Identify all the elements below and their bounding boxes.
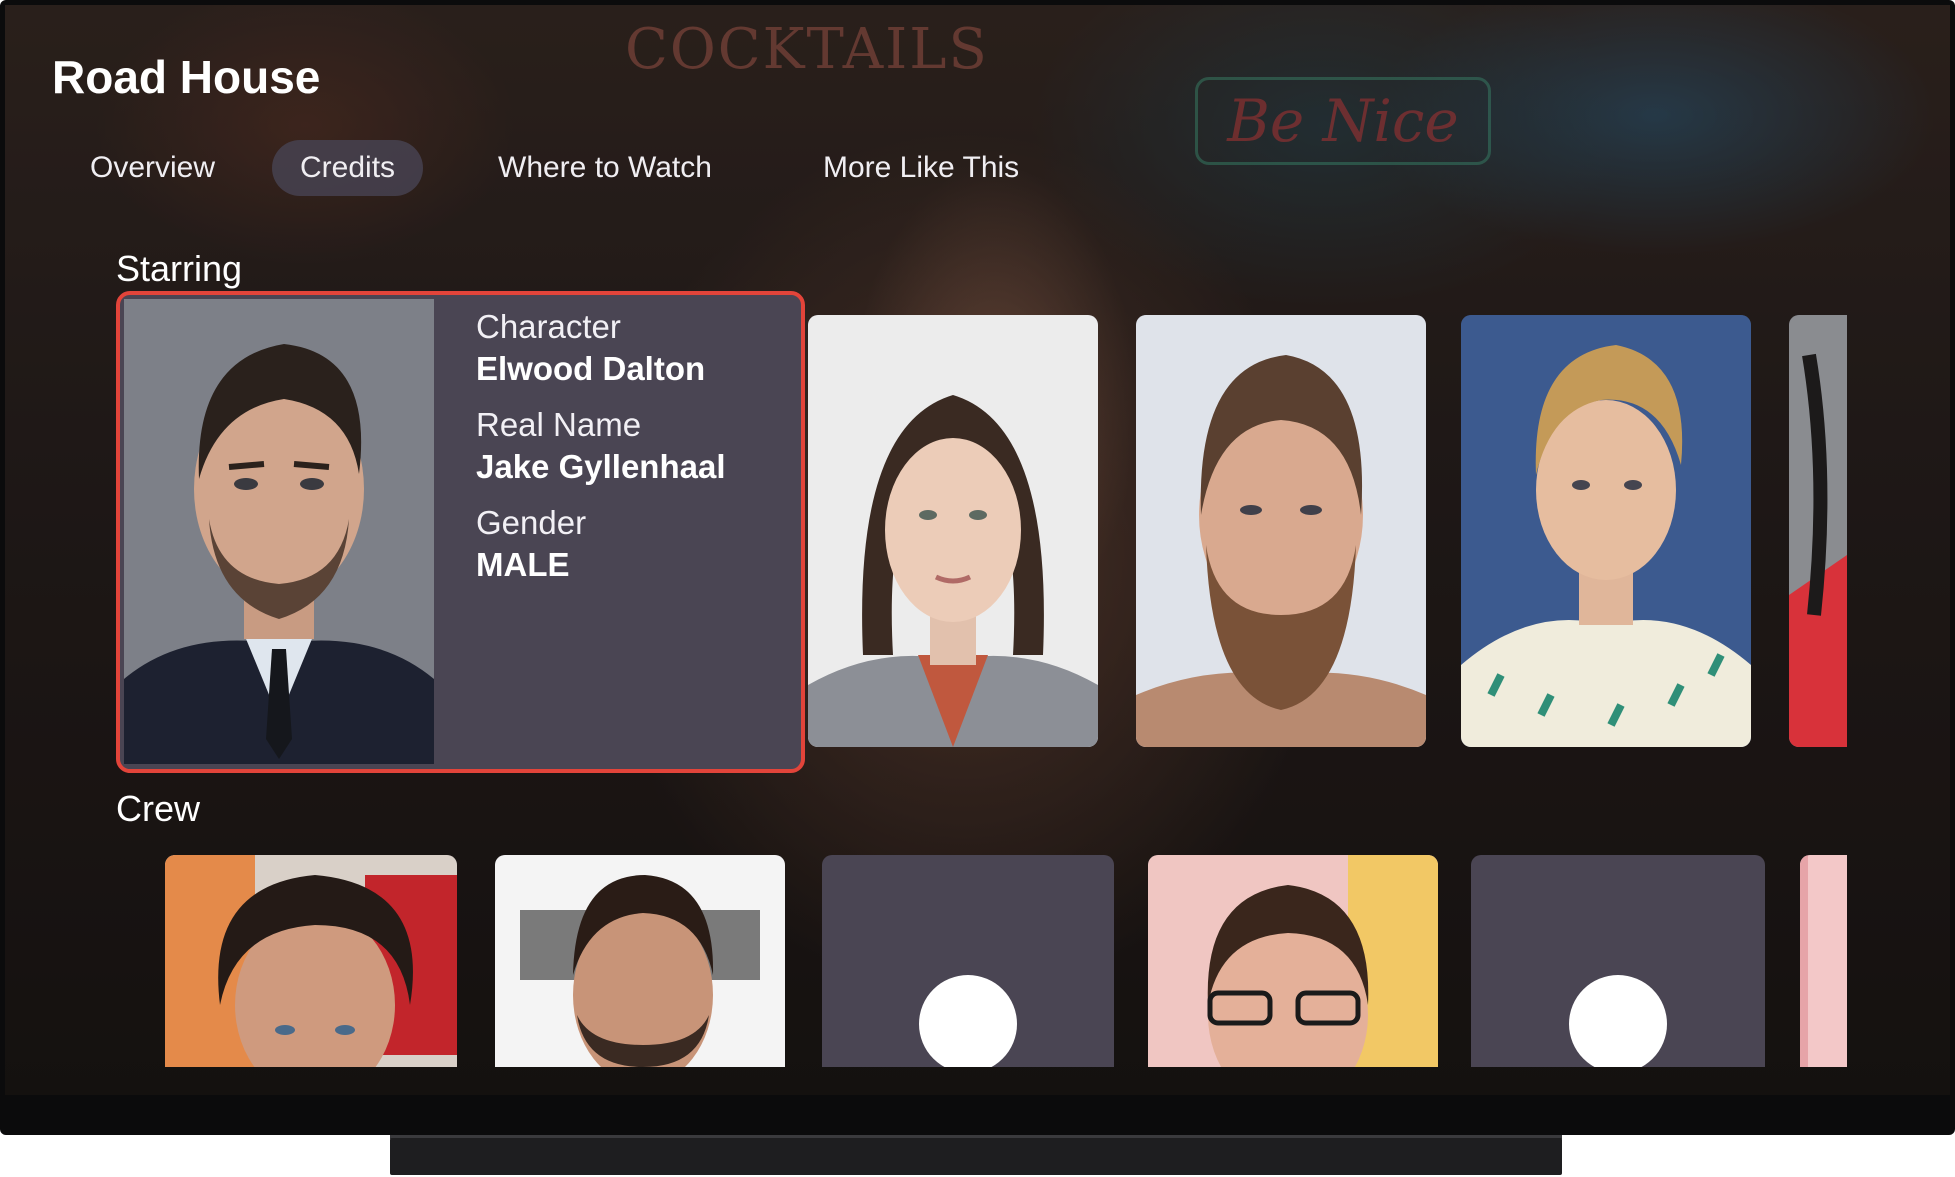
crew-card[interactable] [165, 855, 457, 1067]
character-info: Character Elwood Dalton Real Name Jake G… [476, 305, 725, 599]
tv-stand [390, 1138, 1562, 1175]
cast-card[interactable] [1461, 315, 1751, 747]
cast-card[interactable] [808, 315, 1098, 747]
crew-card[interactable] [1148, 855, 1438, 1067]
crew-card[interactable] [495, 855, 785, 1067]
real-name: Jake Gyllenhaal [476, 448, 726, 485]
gender-label: Gender [476, 504, 587, 541]
crew-card-partial[interactable] [1800, 855, 1847, 1067]
tab-credits[interactable]: Credits [272, 140, 424, 196]
real-name-label: Real Name [476, 406, 642, 443]
gender-value: MALE [476, 546, 570, 583]
tv-frame: COCKTAILS Be Nice Road House Overview Cr… [0, 0, 1955, 1135]
crew-photo [1800, 855, 1847, 1067]
crew-photo [165, 855, 457, 1067]
cast-photo [808, 315, 1098, 747]
cast-photo [1136, 315, 1426, 747]
avatar-placeholder-icon [1569, 975, 1667, 1067]
page-title: Road House [52, 51, 321, 103]
character-label: Character [476, 308, 621, 345]
crew-card-placeholder[interactable] [822, 855, 1114, 1067]
character-name: Elwood Dalton [476, 350, 706, 387]
cast-card[interactable] [1136, 315, 1426, 747]
tab-where-to-watch[interactable]: Where to Watch [470, 140, 740, 196]
cast-card-partial[interactable] [1789, 315, 1847, 747]
actor-photo [124, 299, 434, 764]
crew-heading: Crew [116, 788, 201, 829]
tab-overview[interactable]: Overview [62, 140, 243, 196]
starring-heading: Starring [116, 248, 243, 289]
screen-ui: Road House Overview Credits Where to Wat… [5, 5, 1950, 1095]
cast-photo [1789, 315, 1847, 747]
crew-card-placeholder[interactable] [1471, 855, 1765, 1067]
cast-photo [1461, 315, 1751, 747]
focused-cast-card[interactable]: Character Elwood Dalton Real Name Jake G… [116, 291, 805, 773]
tab-more-like-this[interactable]: More Like This [795, 140, 1047, 196]
crew-photo [1148, 855, 1438, 1067]
crew-photo [495, 855, 785, 1067]
avatar-placeholder-icon [919, 975, 1017, 1067]
